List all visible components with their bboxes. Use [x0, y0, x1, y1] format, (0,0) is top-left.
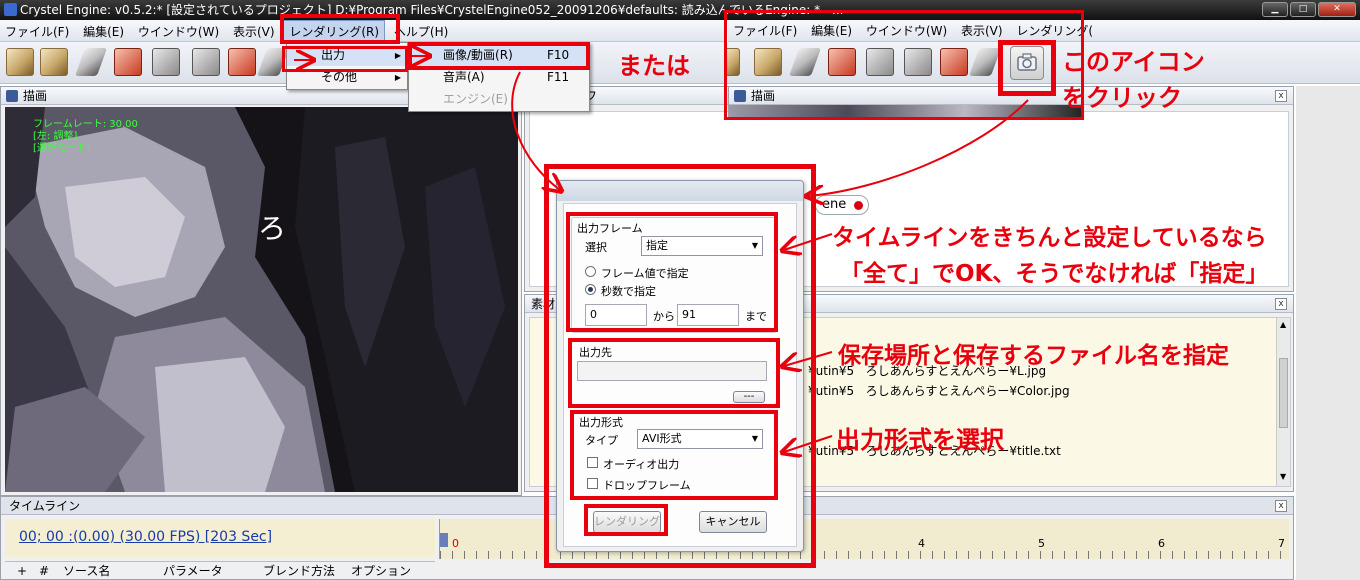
- red-notebook-icon[interactable]: [228, 48, 256, 76]
- binder-icon[interactable]: [192, 48, 220, 76]
- annotation-click-icon-2: をクリック: [1062, 84, 1182, 112]
- annotation-frame-note-1: タイムラインをきちんと設定しているなら: [832, 225, 1267, 251]
- annotation-destination-note: 保存場所と保存するファイル名を指定: [838, 343, 1229, 369]
- close-icon[interactable]: x: [1275, 298, 1287, 310]
- scroll-thumb[interactable]: [1279, 358, 1288, 428]
- timeline-column-header: + # ソース名 パラメータ ブレンド方法 オプション: [5, 561, 435, 579]
- ruler-tick-label: 4: [918, 537, 925, 550]
- time-readout: 00; 00 :(0.00) (30.00 FPS) [203 Sec]: [19, 529, 273, 545]
- overlay-line: [選択モード]: [33, 143, 91, 154]
- window-titlebar: Crystel Engine: v0.5.2:* [設定されているプロジェクト]…: [0, 0, 1360, 20]
- scene-tag[interactable]: ene: [815, 195, 869, 215]
- highlight-destination-group: [568, 338, 780, 408]
- playhead-icon[interactable]: [440, 533, 448, 547]
- ruler-tick-label: 0: [452, 537, 459, 550]
- column-blend[interactable]: ブレンド方法: [263, 562, 335, 580]
- menu-edit[interactable]: 編集(E): [78, 21, 129, 43]
- scene-tag-label: ene: [822, 197, 847, 212]
- column-parameter[interactable]: パラメータ: [163, 562, 223, 580]
- menu-item-label: 音声(A): [443, 70, 485, 84]
- overlay-line: フレームレート: 30.00: [33, 119, 138, 130]
- ruler-tick-label: 7: [1278, 537, 1285, 550]
- file-name: ろしあんらすとえんぺらー¥Color.jpg: [865, 384, 1070, 398]
- column-source-name[interactable]: ソース名: [63, 562, 110, 580]
- ruler-tick-label: 6: [1158, 537, 1165, 550]
- draw-canvas[interactable]: フレームレート: 30.00 [左: 調整] [選択モード] ろ: [5, 107, 518, 492]
- column-expand[interactable]: +: [17, 562, 27, 580]
- app-icon: [4, 3, 17, 16]
- menu-file[interactable]: ファイル(F): [0, 21, 74, 43]
- open-book-icon[interactable]: [40, 48, 68, 76]
- right-edge-scrollbar[interactable]: [1296, 86, 1360, 580]
- file-row[interactable]: ¥utin¥5 ろしあんらすとえんぺらー¥Color.jpg: [808, 382, 1070, 399]
- scroll-down-icon[interactable]: ▼: [1280, 472, 1286, 481]
- window-title: Crystel Engine: v0.5.2:* [設定されているプロジェクト]…: [20, 3, 844, 17]
- menu-item-other-label: その他: [321, 70, 358, 84]
- highlight-output-item: [282, 46, 408, 72]
- highlight-format-group: [570, 410, 778, 500]
- annotation-frame-note-2: 「全て」でOK、そうでなければ「指定」: [840, 261, 1269, 287]
- panel-icon: [6, 90, 18, 102]
- highlight-camera-icon: [998, 40, 1056, 96]
- close-icon[interactable]: x: [1275, 90, 1287, 102]
- artwork-image: [5, 107, 518, 492]
- annotation-click-icon-1: このアイコン: [1062, 48, 1205, 76]
- close-button[interactable]: ✕: [1318, 2, 1356, 17]
- draw-panel-title: 描画: [23, 89, 48, 103]
- menu-item-audio[interactable]: 音声(A) F11: [409, 67, 589, 88]
- new-project-icon[interactable]: [6, 48, 34, 76]
- handwritten-char: ろ: [258, 212, 287, 245]
- scroll-up-icon[interactable]: ▲: [1280, 320, 1286, 329]
- minimize-button[interactable]: ▁: [1262, 2, 1288, 17]
- menu-view[interactable]: 表示(V): [228, 21, 280, 43]
- column-index[interactable]: #: [39, 562, 49, 580]
- highlight-render-menu: [280, 14, 400, 44]
- menu-item-label: エンジン(E): [443, 92, 508, 106]
- red-book-icon[interactable]: [114, 48, 142, 76]
- menu-window[interactable]: ウインドウ(W): [133, 21, 224, 43]
- timeline-panel-title: タイムライン: [9, 499, 81, 513]
- close-icon[interactable]: x: [1275, 500, 1287, 512]
- gray-book-icon[interactable]: [152, 48, 180, 76]
- highlight-frame-group: [566, 212, 778, 332]
- highlight-image-video-item: [408, 42, 590, 70]
- menu-item-engine: エンジン(E): [409, 89, 589, 110]
- menu-shortcut: F11: [547, 70, 570, 84]
- scrollbar[interactable]: ▲ ▼: [1276, 318, 1290, 486]
- framerate-overlay: フレームレート: 30.00 [左: 調整] [選択モード]: [33, 119, 138, 155]
- annotation-or: または: [618, 52, 690, 80]
- annotation-format-note: 出力形式を選択: [836, 426, 1004, 454]
- record-dot-icon: [854, 201, 863, 210]
- maximize-button[interactable]: □: [1290, 2, 1316, 17]
- highlight-render-button: [584, 504, 668, 536]
- column-options[interactable]: オプション: [351, 562, 411, 580]
- overlay-line: [左: 調整]: [33, 131, 78, 142]
- ruler-tick-label: 5: [1038, 537, 1045, 550]
